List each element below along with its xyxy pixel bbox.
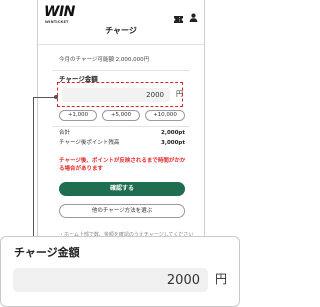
brand-logo[interactable]: WIN WINTICKET (44, 5, 84, 25)
summary-divider (52, 126, 190, 127)
highlight-frame (57, 82, 183, 107)
zoom-amount-value: 2000 (166, 273, 200, 288)
balance-after-label: チャージ後ポイント残高 (59, 140, 120, 146)
zoom-amount-input[interactable]: 2000 (13, 268, 208, 292)
app-header: WIN WINTICKET チャージ (38, 0, 204, 44)
confirm-button[interactable]: 確認する (59, 182, 185, 196)
available-limit-text: 今月のチャージ可能額 2,000,000円 (59, 57, 150, 63)
balance-after-value: 3,000pt (161, 140, 185, 146)
user-icon[interactable] (189, 7, 198, 22)
zoom-amount-unit: 円 (215, 272, 228, 286)
callout-line-vertical (33, 97, 34, 243)
logo-subtext: WINTICKET (45, 20, 69, 24)
section-divider (52, 70, 190, 71)
add-1000-button[interactable]: +1,000 (59, 110, 97, 121)
total-label: 合計 (59, 130, 71, 136)
header-divider (38, 44, 204, 45)
add-5000-button[interactable]: +5,000 (102, 110, 140, 121)
total-value: 2,000pt (161, 130, 185, 136)
add-10000-button[interactable]: +10,000 (145, 110, 185, 121)
zoom-callout-panel: チャージ金額 2000 円 (0, 236, 240, 307)
callout-line-horizontal (33, 97, 56, 98)
page-title: チャージ (105, 26, 137, 35)
ticket-icon[interactable] (174, 8, 183, 23)
callout-dot (54, 95, 58, 99)
other-method-button[interactable]: 他のチャージ方法を選ぶ (59, 204, 185, 218)
reflection-warning: チャージ後、ポイントが反映されるまで時間がかかる場合があります (59, 158, 186, 172)
logo-text: WIN (44, 4, 75, 20)
zoom-amount-heading: チャージ金額 (14, 246, 80, 259)
